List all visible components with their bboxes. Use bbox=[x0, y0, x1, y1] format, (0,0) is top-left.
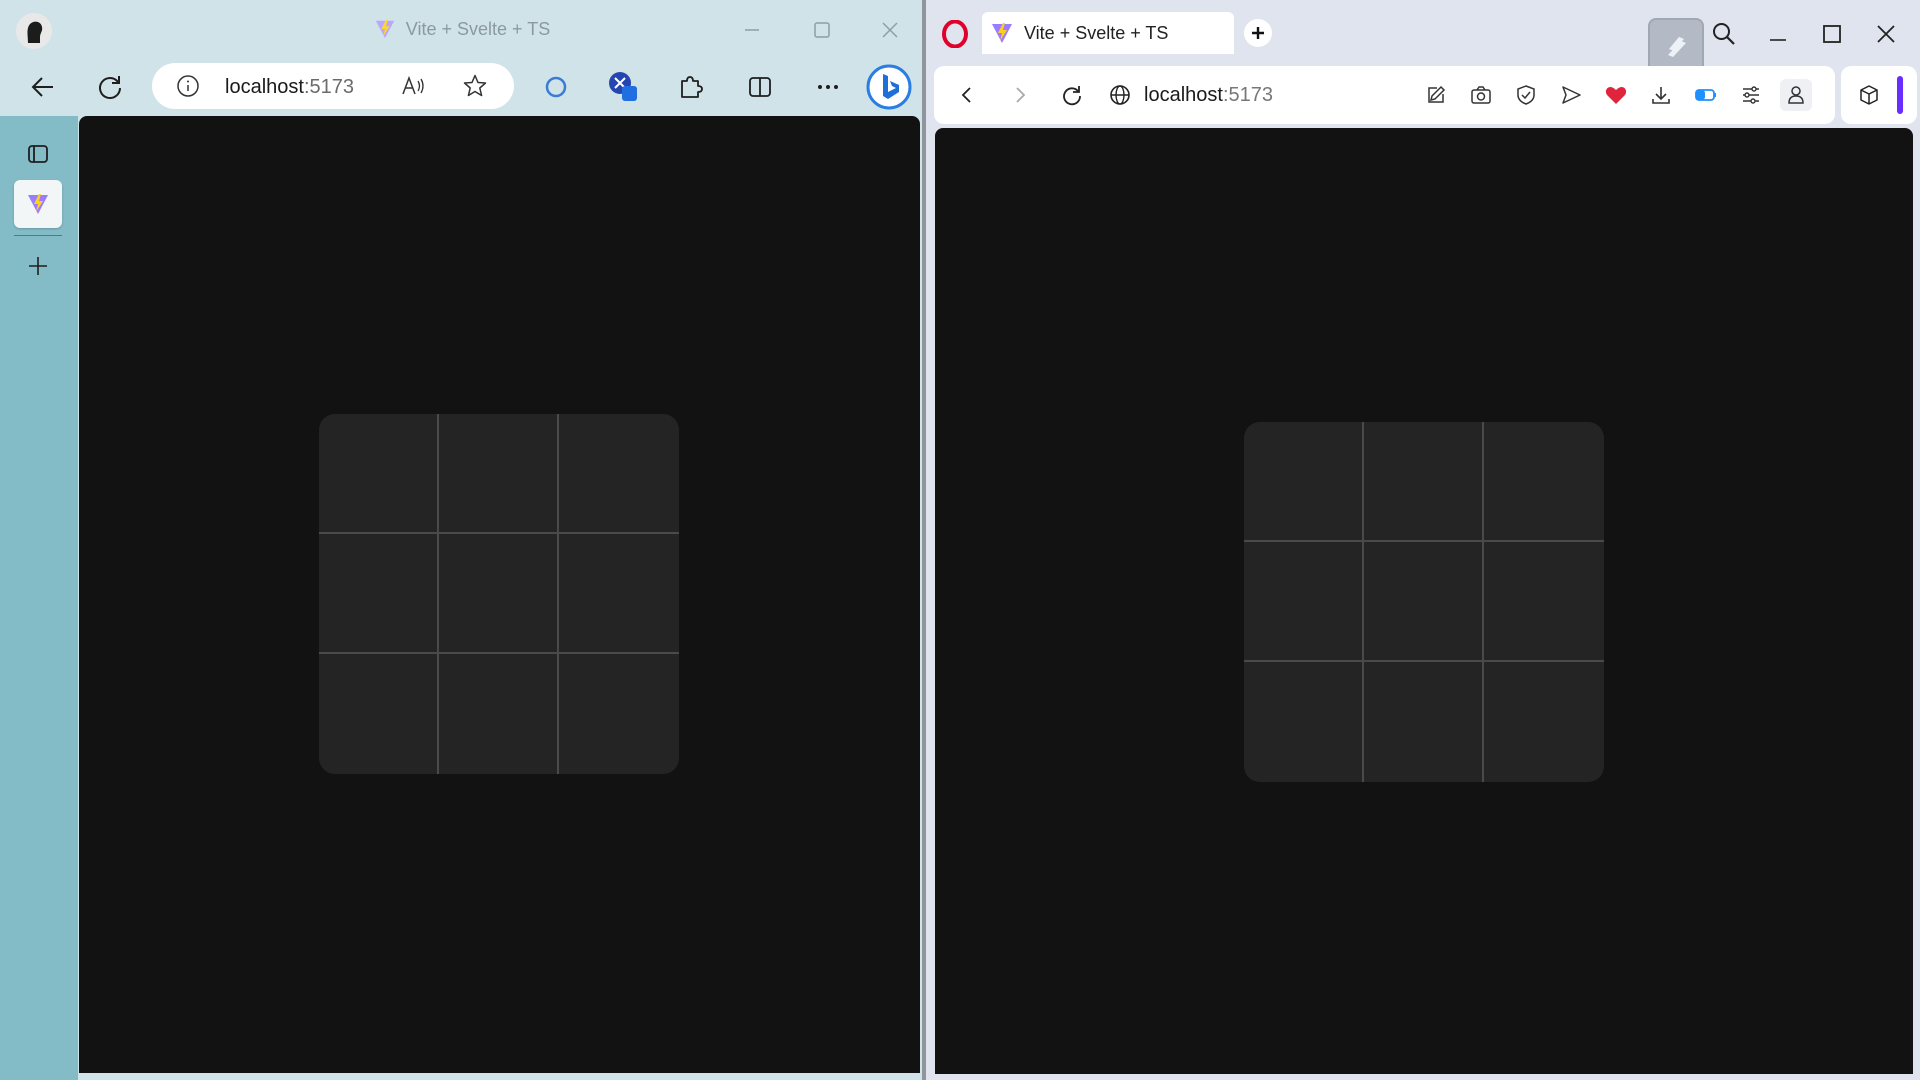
tab-actions-icon[interactable] bbox=[14, 130, 62, 178]
window-title: Vite + Svelte + TS bbox=[0, 0, 922, 58]
address-bar[interactable]: localhost:5173 bbox=[152, 63, 514, 109]
extensions-puzzle-icon[interactable] bbox=[672, 69, 708, 105]
minimize-icon[interactable] bbox=[734, 12, 770, 48]
board-cell[interactable] bbox=[1244, 542, 1364, 662]
board-cell[interactable] bbox=[1364, 422, 1484, 542]
new-tab-plus-icon[interactable] bbox=[1244, 19, 1272, 47]
url-port: :5173 bbox=[1222, 84, 1273, 106]
board-cell[interactable] bbox=[1484, 422, 1604, 542]
edge-title-bar: Vite + Svelte + TS bbox=[0, 0, 922, 58]
edge-sync-icon[interactable] bbox=[538, 69, 574, 105]
edit-icon[interactable] bbox=[1420, 79, 1452, 111]
edge-vertical-tabs-sidebar bbox=[0, 116, 78, 1080]
tab-title: Vite + Svelte + TS bbox=[1024, 22, 1169, 43]
download-icon[interactable] bbox=[1645, 79, 1677, 111]
board-cell[interactable] bbox=[319, 414, 439, 534]
minimize-icon[interactable] bbox=[1758, 14, 1798, 54]
profile-icon[interactable] bbox=[1780, 79, 1812, 111]
shield-icon[interactable] bbox=[1510, 79, 1542, 111]
globe-icon[interactable] bbox=[1104, 79, 1136, 111]
vite-logo-icon bbox=[374, 18, 396, 40]
edge-toolbar: localhost:5173 bbox=[0, 58, 922, 116]
board-cell[interactable] bbox=[1484, 542, 1604, 662]
refresh-icon[interactable] bbox=[1056, 79, 1088, 111]
opera-page-content bbox=[935, 128, 1913, 1074]
opera-browser-window: Vite + Svelte + TS localhost:5173 bbox=[926, 0, 1920, 1080]
url-port: :5173 bbox=[303, 76, 354, 98]
vite-logo-icon bbox=[990, 21, 1014, 45]
board-cell[interactable] bbox=[439, 414, 559, 534]
board-cell[interactable] bbox=[1364, 542, 1484, 662]
split-screen-icon[interactable] bbox=[742, 69, 778, 105]
board-cell[interactable] bbox=[559, 534, 679, 654]
sidebar-accent-bar bbox=[1897, 76, 1903, 114]
bing-copilot-icon[interactable] bbox=[866, 64, 912, 110]
info-icon[interactable] bbox=[176, 74, 200, 98]
cube-icon[interactable] bbox=[1853, 79, 1885, 111]
favorite-star-icon[interactable] bbox=[462, 73, 488, 99]
browser-tab[interactable]: Vite + Svelte + TS bbox=[982, 12, 1234, 54]
board-cell[interactable] bbox=[559, 414, 679, 534]
tic-tac-toe-board bbox=[319, 414, 679, 774]
camera-icon[interactable] bbox=[1465, 79, 1497, 111]
tic-tac-toe-board bbox=[1244, 422, 1604, 782]
board-cell[interactable] bbox=[319, 654, 439, 774]
extension-badge-icon[interactable] bbox=[606, 69, 642, 105]
url-host: localhost bbox=[1144, 84, 1223, 106]
forward-icon[interactable] bbox=[1004, 79, 1036, 111]
back-icon[interactable] bbox=[25, 69, 61, 105]
board-cell[interactable] bbox=[1484, 662, 1604, 782]
sidebar-divider bbox=[14, 235, 62, 236]
heart-icon[interactable] bbox=[1600, 79, 1632, 111]
address-toolbar: localhost:5173 bbox=[934, 66, 1835, 124]
maximize-icon[interactable] bbox=[804, 12, 840, 48]
window-title-text: Vite + Svelte + TS bbox=[405, 18, 551, 39]
board-cell[interactable] bbox=[1244, 662, 1364, 782]
back-icon[interactable] bbox=[951, 79, 983, 111]
close-icon[interactable] bbox=[872, 12, 908, 48]
url-host: localhost bbox=[225, 76, 304, 98]
board-cell[interactable] bbox=[319, 534, 439, 654]
maximize-icon[interactable] bbox=[1812, 14, 1852, 54]
read-aloud-icon[interactable] bbox=[400, 73, 426, 99]
vite-tab-icon[interactable] bbox=[14, 180, 62, 228]
new-tab-plus-icon[interactable] bbox=[14, 242, 62, 290]
board-cell[interactable] bbox=[1244, 422, 1364, 542]
easy-setup-icon[interactable] bbox=[1735, 79, 1767, 111]
close-icon[interactable] bbox=[1866, 14, 1906, 54]
battery-icon[interactable] bbox=[1690, 79, 1722, 111]
opera-sidebar-toggle bbox=[1841, 66, 1917, 124]
address-url[interactable]: localhost:5173 bbox=[225, 76, 354, 99]
refresh-icon[interactable] bbox=[92, 69, 128, 105]
board-cell[interactable] bbox=[439, 654, 559, 774]
search-icon[interactable] bbox=[1704, 14, 1744, 54]
more-icon[interactable] bbox=[810, 69, 846, 105]
send-icon[interactable] bbox=[1555, 79, 1587, 111]
board-cell[interactable] bbox=[1364, 662, 1484, 782]
address-url[interactable]: localhost:5173 bbox=[1144, 84, 1273, 107]
board-cell[interactable] bbox=[559, 654, 679, 774]
opera-logo-icon[interactable] bbox=[942, 20, 968, 48]
edge-page-content bbox=[79, 116, 920, 1073]
edge-browser-window: Vite + Svelte + TS localhost:5173 bbox=[0, 0, 924, 1080]
board-cell[interactable] bbox=[439, 534, 559, 654]
